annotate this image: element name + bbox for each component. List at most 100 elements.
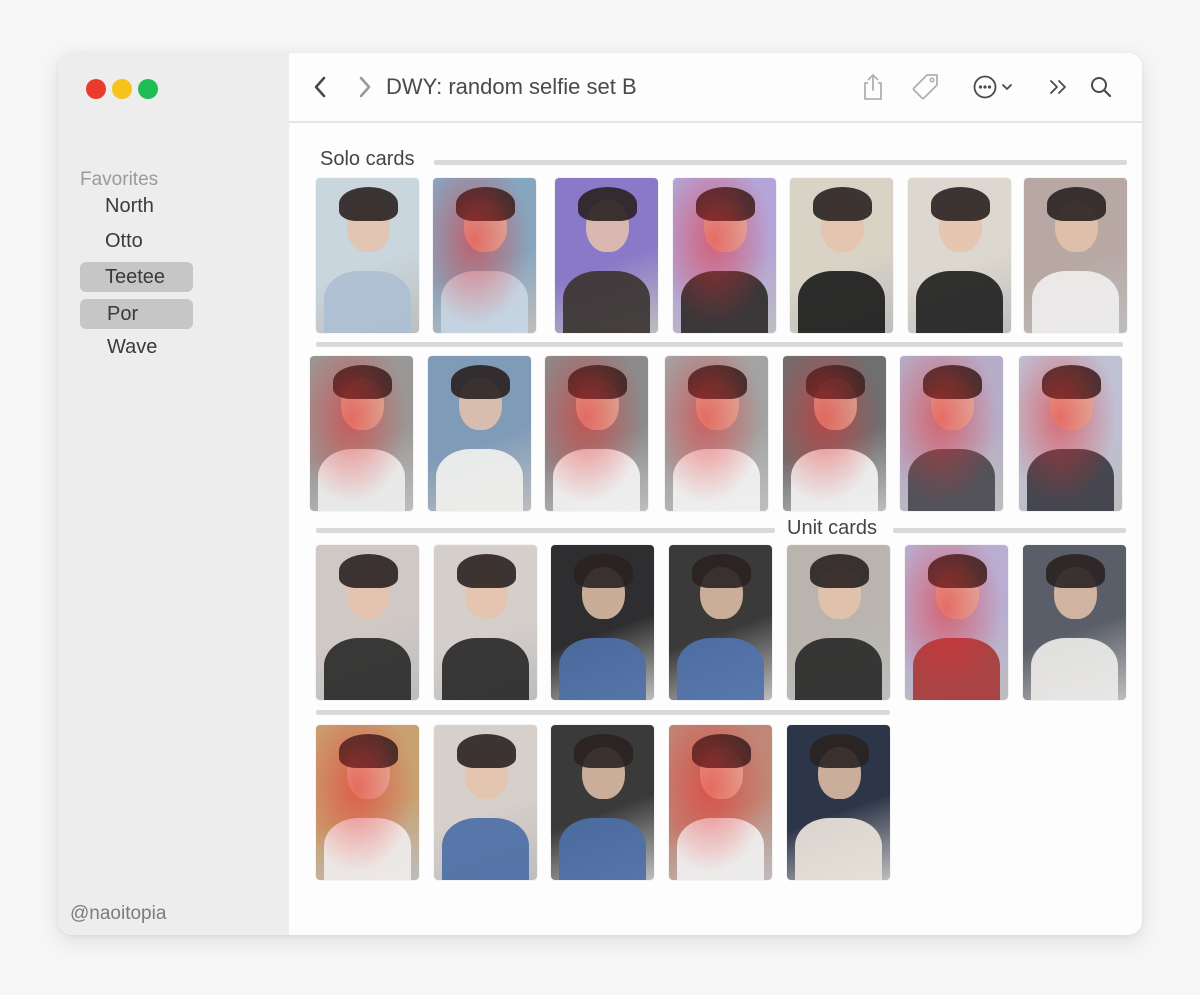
photo-card[interactable] bbox=[545, 356, 648, 511]
photo-subject-hair bbox=[456, 554, 517, 589]
minimize-window-button[interactable] bbox=[112, 79, 132, 99]
photo-card[interactable] bbox=[428, 356, 531, 511]
close-window-button[interactable] bbox=[86, 79, 106, 99]
photo-subject-hair bbox=[338, 187, 399, 222]
sidebar-item-label: Wave bbox=[107, 336, 158, 358]
row-divider bbox=[316, 710, 890, 715]
photo-subject-hair bbox=[809, 554, 870, 589]
red-highlight-overlay bbox=[900, 356, 1003, 511]
window-title: DWY: random selfie set B bbox=[386, 74, 637, 99]
sidebar-item-label: Por bbox=[107, 303, 139, 325]
photo-card[interactable] bbox=[551, 545, 654, 700]
photo-subject-hair bbox=[1046, 187, 1107, 222]
search-icon bbox=[1091, 77, 1112, 98]
unit-section-divider-right bbox=[893, 528, 1126, 533]
sidebar-item-north[interactable]: North bbox=[105, 191, 154, 221]
tag-button[interactable] bbox=[909, 53, 943, 121]
photo-subject-hair bbox=[573, 734, 634, 769]
photo-card[interactable] bbox=[1024, 178, 1127, 333]
photo-subject-body bbox=[324, 638, 411, 700]
sidebar-item-por[interactable]: Por bbox=[80, 299, 193, 329]
share-button[interactable] bbox=[857, 53, 889, 121]
favorites-heading: Favorites bbox=[80, 169, 159, 190]
photo-subject-hair bbox=[812, 187, 873, 222]
photo-subject-body bbox=[442, 818, 529, 880]
red-highlight-overlay bbox=[433, 178, 536, 333]
photo-card[interactable] bbox=[783, 356, 886, 511]
photo-subject-hair bbox=[573, 554, 634, 589]
photo-card[interactable] bbox=[316, 725, 419, 880]
finder-window: Favorites North Otto Teetee Por Wave @na… bbox=[58, 53, 1142, 935]
chevron-down-icon bbox=[1002, 84, 1012, 90]
photo-subject-body bbox=[559, 638, 646, 700]
photo-subject-body bbox=[563, 271, 650, 333]
red-highlight-overlay bbox=[669, 725, 772, 880]
photo-card[interactable] bbox=[787, 545, 890, 700]
zoom-window-button[interactable] bbox=[138, 79, 158, 99]
photo-card[interactable] bbox=[665, 356, 768, 511]
double-chevron-right-icon bbox=[1050, 80, 1066, 94]
forward-button[interactable] bbox=[352, 53, 378, 121]
red-highlight-overlay bbox=[673, 178, 776, 333]
red-highlight-overlay bbox=[316, 725, 419, 880]
search-button[interactable] bbox=[1086, 53, 1116, 121]
unit-section-divider-left bbox=[316, 528, 775, 533]
photo-subject-body bbox=[795, 638, 882, 700]
main-content: DWY: random selfie set B Solo cards Unit… bbox=[289, 53, 1142, 935]
photo-card[interactable] bbox=[434, 545, 537, 700]
photo-card[interactable] bbox=[787, 725, 890, 880]
section-title-solo: Solo cards bbox=[316, 148, 419, 171]
photo-card[interactable] bbox=[316, 545, 419, 700]
photo-card[interactable] bbox=[905, 545, 1008, 700]
photo-card[interactable] bbox=[555, 178, 658, 333]
section-title-unit: Unit cards bbox=[783, 517, 882, 540]
credit-watermark: @naoitopia bbox=[70, 903, 167, 924]
photo-subject-body bbox=[1032, 271, 1119, 333]
toolbar: DWY: random selfie set B bbox=[289, 53, 1142, 123]
photo-subject-hair bbox=[338, 554, 399, 589]
sidebar-item-wave[interactable]: Wave bbox=[107, 332, 157, 362]
back-button[interactable] bbox=[307, 53, 333, 121]
photo-subject-hair bbox=[691, 554, 752, 589]
photo-card[interactable] bbox=[900, 356, 1003, 511]
window-controls bbox=[86, 79, 158, 99]
photo-subject-hair bbox=[456, 734, 517, 769]
photo-card[interactable] bbox=[433, 178, 536, 333]
photo-card[interactable] bbox=[673, 178, 776, 333]
red-highlight-overlay bbox=[310, 356, 413, 511]
photo-card[interactable] bbox=[1023, 545, 1126, 700]
photo-subject-hair bbox=[1045, 554, 1106, 589]
photo-card[interactable] bbox=[310, 356, 413, 511]
red-highlight-overlay bbox=[665, 356, 768, 511]
share-icon bbox=[864, 74, 882, 100]
red-highlight-overlay bbox=[783, 356, 886, 511]
sidebar-item-otto[interactable]: Otto bbox=[105, 226, 143, 256]
photo-card[interactable] bbox=[669, 545, 772, 700]
photo-card[interactable] bbox=[316, 178, 419, 333]
more-toolbar-items-button[interactable] bbox=[1044, 53, 1074, 121]
sidebar-item-label: Teetee bbox=[105, 266, 166, 288]
photo-subject-body bbox=[916, 271, 1003, 333]
photo-subject-hair bbox=[577, 187, 638, 222]
photo-card[interactable] bbox=[790, 178, 893, 333]
photo-subject-hair bbox=[450, 365, 511, 400]
tag-icon bbox=[912, 74, 938, 100]
photo-subject-body bbox=[798, 271, 885, 333]
photo-card[interactable] bbox=[434, 725, 537, 880]
chevron-right-icon bbox=[359, 76, 371, 98]
photo-card[interactable] bbox=[551, 725, 654, 880]
photo-card[interactable] bbox=[908, 178, 1011, 333]
chevron-left-icon bbox=[314, 76, 326, 98]
photo-card[interactable] bbox=[669, 725, 772, 880]
more-actions-button[interactable] bbox=[967, 53, 1019, 121]
sidebar-item-teetee[interactable]: Teetee bbox=[80, 262, 193, 292]
photo-subject-body bbox=[442, 638, 529, 700]
photo-subject-body bbox=[1031, 638, 1118, 700]
row-divider bbox=[316, 342, 1123, 347]
photo-subject-body bbox=[559, 818, 646, 880]
solo-section-divider bbox=[434, 160, 1127, 165]
photo-subject-hair bbox=[930, 187, 991, 222]
photo-subject-body bbox=[324, 271, 411, 333]
more-icon bbox=[973, 75, 997, 99]
photo-card[interactable] bbox=[1019, 356, 1122, 511]
